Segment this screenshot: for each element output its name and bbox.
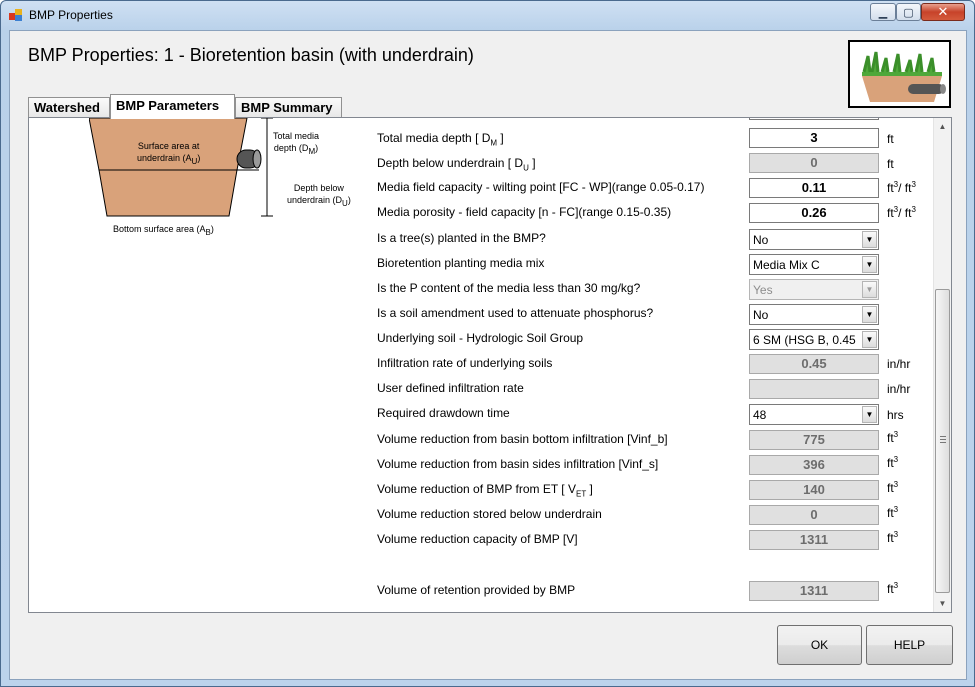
- dropdown-arrow-icon[interactable]: ▼: [862, 331, 877, 348]
- scroll-up-icon[interactable]: ▲: [934, 118, 951, 135]
- tab-bmp-parameters[interactable]: BMP Parameters: [110, 94, 235, 119]
- capacity-unit: ft3: [887, 530, 899, 545]
- vinf-b-field: 775: [749, 430, 879, 450]
- bmp-properties-window: BMP Properties ▁ ▢ ✕ BMP Properties: 1 -…: [0, 0, 975, 687]
- depth-below-underdrain-unit: ft: [887, 157, 894, 171]
- vet-unit: ft3: [887, 480, 899, 495]
- vertical-scrollbar[interactable]: ▲ ▼: [933, 118, 951, 612]
- underlying-soil-label: Underlying soil - Hydrologic Soil Group: [377, 331, 584, 345]
- dropdown-arrow-icon[interactable]: ▼: [862, 256, 877, 273]
- stored-below-field: 0: [749, 505, 879, 525]
- total-media-depth-input[interactable]: 3: [749, 128, 879, 148]
- field-capacity-input[interactable]: 0.11: [749, 178, 879, 198]
- tab-bmp-summary[interactable]: BMP Summary: [235, 97, 342, 118]
- bottom-surface-area-label: Bottom surface area (AB): [113, 224, 214, 237]
- drawdown-time-label: Required drawdown time: [377, 406, 510, 420]
- depth-below-underdrain-label: Depth below underdrain [ DU ]: [377, 156, 536, 173]
- app-icon: [9, 8, 23, 22]
- user-infiltration-label: User defined infiltration rate: [377, 381, 524, 395]
- porosity-label: Media porosity - field capacity [n - FC]…: [377, 205, 672, 219]
- soil-amendment-label: Is a soil amendment used to attenuate ph…: [377, 306, 654, 320]
- help-button[interactable]: HELP: [866, 625, 953, 665]
- vinf-b-unit: ft3: [887, 430, 899, 445]
- infiltration-rate-unit: in/hr: [887, 357, 911, 371]
- total-media-depth-label: Total media depth (DM): [273, 131, 320, 156]
- page-title: BMP Properties: 1 - Bioretention basin (…: [28, 45, 474, 65]
- surface-area-label: Surface area at underdrain (AU): [137, 141, 201, 166]
- cutoff-field: [749, 118, 879, 120]
- vinf-s-field: 396: [749, 455, 879, 475]
- grip-icon: [940, 436, 946, 443]
- p-content-label: Is the P content of the media less than …: [377, 281, 641, 295]
- depth-below-underdrain-field: 0: [749, 153, 879, 173]
- total-media-depth-label: Total media depth [ DM ]: [377, 131, 504, 148]
- window-title: BMP Properties: [29, 8, 113, 22]
- total-media-depth-unit: ft: [887, 132, 894, 146]
- tab-watershed[interactable]: Watershed: [28, 97, 110, 118]
- bioretention-thumbnail-image: [848, 40, 951, 108]
- stored-below-unit: ft3: [887, 505, 899, 520]
- porosity-unit: ft3/ ft3: [887, 205, 916, 220]
- scroll-down-icon[interactable]: ▼: [934, 595, 951, 612]
- field-capacity-label: Media field capacity - wilting point [FC…: [377, 180, 705, 194]
- bioretention-diagram: Surface area at underdrain (AU) Total med…: [89, 118, 369, 237]
- stored-below-label: Volume reduction stored below underdrain: [377, 507, 602, 521]
- title-bar[interactable]: BMP Properties ▁ ▢ ✕: [1, 1, 974, 29]
- vinf-s-unit: ft3: [887, 455, 899, 470]
- maximize-icon[interactable]: ▢: [896, 3, 921, 21]
- underlying-soil-select[interactable]: 6 SM (HSG B, 0.45 ▼: [749, 329, 879, 350]
- vinf-b-label: Volume reduction from basin bottom infil…: [377, 432, 668, 446]
- scrollbar-thumb[interactable]: [935, 289, 950, 593]
- field-capacity-unit: ft3/ ft3: [887, 180, 916, 195]
- drawdown-time-select[interactable]: 48 ▼: [749, 404, 879, 425]
- dialog-client: BMP Properties: 1 - Bioretention basin (…: [9, 30, 967, 680]
- close-icon[interactable]: ✕: [921, 3, 965, 21]
- planting-media-select[interactable]: Media Mix C ▼: [749, 254, 879, 275]
- infiltration-rate-field: 0.45: [749, 354, 879, 374]
- tree-planted-select[interactable]: No ▼: [749, 229, 879, 250]
- depth-below-underdrain-label: Depth below underdrain (DU): [287, 183, 351, 208]
- vinf-s-label: Volume reduction from basin sides infilt…: [377, 457, 659, 471]
- infiltration-rate-label: Infiltration rate of underlying soils: [377, 356, 553, 370]
- dropdown-arrow-icon[interactable]: ▼: [862, 406, 877, 423]
- p-content-select: Yes ▼: [749, 279, 879, 300]
- minimize-icon[interactable]: ▁: [870, 3, 896, 21]
- vet-field: 140: [749, 480, 879, 500]
- dropdown-arrow-icon[interactable]: ▼: [862, 306, 877, 323]
- drawdown-time-unit: hrs: [887, 408, 904, 422]
- dropdown-arrow-icon: ▼: [862, 281, 877, 298]
- retention-label: Volume of retention provided by BMP: [377, 583, 576, 597]
- ok-button[interactable]: OK: [777, 625, 862, 665]
- dropdown-arrow-icon[interactable]: ▼: [862, 231, 877, 248]
- vet-label: Volume reduction of BMP from ET [ VET ]: [377, 482, 593, 499]
- porosity-input[interactable]: 0.26: [749, 203, 879, 223]
- user-infiltration-unit: in/hr: [887, 382, 911, 396]
- user-infiltration-field: [749, 379, 879, 399]
- retention-field: 1311: [749, 581, 879, 601]
- bmp-parameters-panel: Surface area at underdrain (AU) Total med…: [28, 117, 952, 613]
- capacity-field: 1311: [749, 530, 879, 550]
- planting-media-label: Bioretention planting media mix: [377, 256, 545, 270]
- tree-planted-label: Is a tree(s) planted in the BMP?: [377, 231, 546, 245]
- retention-unit: ft3: [887, 581, 899, 596]
- capacity-label: Volume reduction capacity of BMP [V]: [377, 532, 578, 546]
- soil-amendment-select[interactable]: No ▼: [749, 304, 879, 325]
